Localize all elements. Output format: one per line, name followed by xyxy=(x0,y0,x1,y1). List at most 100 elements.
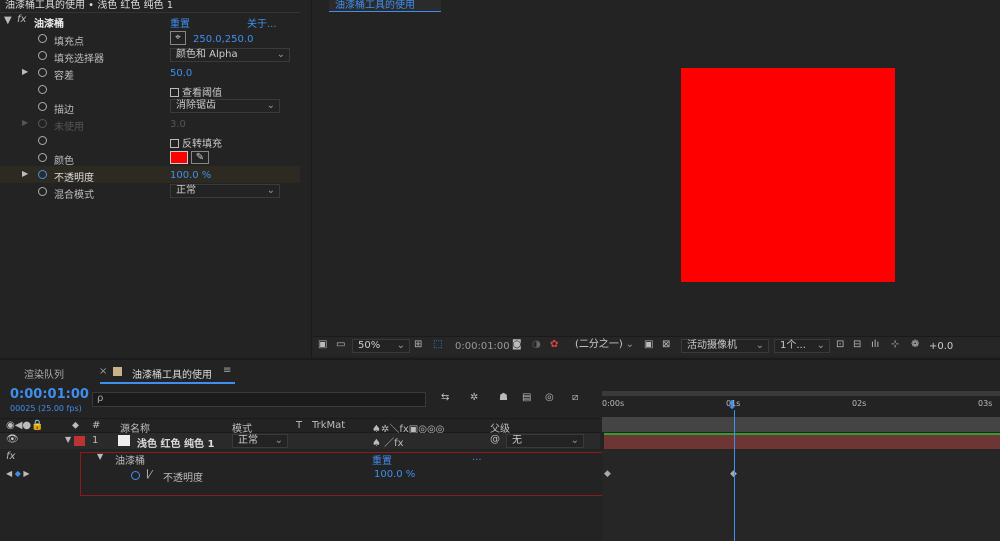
show-snapshot-icon[interactable]: ◑ xyxy=(532,339,541,350)
playhead-marker[interactable]: ⬇ xyxy=(727,398,737,412)
keyframe-navigator[interactable]: ◀ ◆ ▶ xyxy=(6,469,30,478)
motion-blur-icon[interactable]: ◎ xyxy=(545,392,554,403)
current-time[interactable]: 0:00:01:00 xyxy=(10,387,89,402)
draft-3d-icon[interactable]: ✲ xyxy=(470,392,478,403)
monitor-icon[interactable]: ▭ xyxy=(336,339,345,350)
effect-row[interactable]: ▼ fx 油漆桶 重置 关于... xyxy=(0,14,300,30)
region-of-interest-icon[interactable]: ⬚ xyxy=(433,339,442,350)
layer-name[interactable]: 浅色 红色 纯色 1 xyxy=(137,435,214,450)
tolerance-label: 容差 xyxy=(54,71,74,82)
stopwatch-icon[interactable] xyxy=(38,102,47,111)
unused-label: 未使用 xyxy=(54,122,84,133)
view-threshold-checkbox[interactable]: 查看阈值 xyxy=(170,84,222,99)
expand-arrow-icon[interactable]: ▶ xyxy=(22,169,28,178)
comp-viewer-tab[interactable]: 油漆桶工具的使用 xyxy=(329,0,441,12)
stroke-row: 描边 消除锯齿 ⌄ xyxy=(0,98,300,116)
parent-dropdown[interactable]: 无 ⌄ xyxy=(506,434,584,448)
blend-mode-row: 混合模式 正常 ⌄ xyxy=(0,183,300,201)
fast-previews-icon[interactable]: ▣ xyxy=(644,339,653,350)
3d-draft-icon[interactable]: ⊟ xyxy=(853,339,861,350)
fill-selector-label: 填充选择器 xyxy=(54,54,104,65)
frame-info: 00025 (25.00 fps) xyxy=(10,404,82,413)
opacity-value[interactable]: 100.0 % xyxy=(170,170,211,181)
label-icon: ⬥ xyxy=(72,420,79,431)
keyframe-1[interactable]: ◆ xyxy=(604,469,611,479)
stopwatch-icon[interactable] xyxy=(38,34,47,43)
effect-panel-header: 油漆桶工具的使用 • 浅色 红色 纯色 1 xyxy=(5,0,174,11)
effect-reset-link[interactable]: 重置 xyxy=(170,15,190,30)
chevron-down-icon: ⌄ xyxy=(266,185,275,196)
stopwatch-icon[interactable] xyxy=(38,153,47,162)
red-solid-layer[interactable] xyxy=(681,68,895,282)
expand-arrow-icon[interactable]: ▶ xyxy=(22,118,28,127)
shy-layers-icon[interactable]: ☗ xyxy=(499,392,508,403)
search-icon: ρ xyxy=(97,393,104,404)
label-color-swatch[interactable] xyxy=(74,436,85,446)
stopwatch-icon[interactable] xyxy=(38,68,47,77)
stopwatch-icon[interactable] xyxy=(38,187,47,196)
grid-icon[interactable]: ⊞ xyxy=(414,339,422,350)
effect-about-link[interactable]: 关于... xyxy=(247,15,277,30)
ruler-label-3: 03s xyxy=(978,399,993,408)
stopwatch-active-icon[interactable] xyxy=(38,170,47,179)
layer-row[interactable]: 👁 ▼ 1 浅色 红色 纯色 1 正常 ⌄ ♠ ／fx @ 无 ⌄ xyxy=(0,433,600,450)
views-dropdown[interactable]: 1个... ⌄ xyxy=(774,339,830,353)
panel-menu-icon[interactable]: ≡ xyxy=(223,365,231,376)
effect-name: 油漆桶 xyxy=(34,19,64,30)
fill-point-label: 填充点 xyxy=(54,37,84,48)
tab-render-queue[interactable]: 渲染队列 xyxy=(24,366,64,381)
frame-blending-icon[interactable]: ▤ xyxy=(522,392,531,403)
viewer-timecode[interactable]: 0:00:01:00 xyxy=(455,340,510,353)
camera-snapshot-icon[interactable]: ◙ xyxy=(512,339,522,350)
color-label: 颜色 xyxy=(54,156,74,167)
blend-mode-dropdown[interactable]: 正常 ⌄ xyxy=(170,184,280,198)
unused-row: ▶ 未使用 3.0 xyxy=(0,115,300,133)
stroke-dropdown[interactable]: 消除锯齿 ⌄ xyxy=(170,99,280,113)
collapse-arrow-icon[interactable]: ▼ xyxy=(65,435,71,444)
playhead-line[interactable] xyxy=(734,410,735,541)
layer-mode-dropdown[interactable]: 正常 ⌄ xyxy=(232,434,288,448)
visibility-eye-icon[interactable]: 👁 xyxy=(6,434,19,445)
crosshair-icon[interactable]: ⌖ xyxy=(170,31,186,45)
tab-composition[interactable]: 油漆桶工具的使用 xyxy=(132,366,212,381)
always-preview-icon[interactable]: ▣ xyxy=(318,339,327,350)
unused-value: 3.0 xyxy=(170,119,186,130)
transparency-grid-icon[interactable]: ⊠ xyxy=(662,339,670,350)
close-icon[interactable]: × xyxy=(99,366,107,377)
toggle-pixel-icon[interactable]: ⊡ xyxy=(836,339,844,350)
camera-dropdown[interactable]: 活动摄像机 ⌄ xyxy=(681,339,769,353)
fill-point-value[interactable]: 250.0,250.0 xyxy=(193,34,253,45)
invert-fill-checkbox[interactable]: 反转填充 xyxy=(170,135,222,150)
timeline-icon[interactable]: ılı xyxy=(871,339,879,350)
expand-arrow-icon[interactable]: ▶ xyxy=(22,67,28,76)
exposure-reset-icon[interactable]: ❁ xyxy=(911,339,919,350)
stopwatch-icon[interactable] xyxy=(38,136,47,145)
composition-viewer: 油漆桶工具的使用 xyxy=(313,0,1000,358)
color-row: 颜色 ✎ xyxy=(0,149,300,167)
layer-switches[interactable]: ♠ ／fx xyxy=(372,434,404,449)
fx-icon: fx xyxy=(17,14,27,25)
eyedropper-icon[interactable]: ✎ xyxy=(191,151,209,164)
fill-selector-dropdown[interactable]: 颜色和 Alpha ⌄ xyxy=(170,48,290,62)
layer-index: 1 xyxy=(92,435,99,446)
color-channels-icon[interactable]: ✿ xyxy=(550,339,558,350)
time-ruler[interactable]: 0:00s 01s 02s 03s xyxy=(602,391,1000,417)
tolerance-value[interactable]: 50.0 xyxy=(170,68,192,79)
layer-duration-bar[interactable] xyxy=(604,433,1000,449)
color-swatch[interactable] xyxy=(170,151,188,164)
stopwatch-icon[interactable] xyxy=(38,85,47,94)
resolution-dropdown[interactable]: (二分之一) ⌄ xyxy=(570,339,638,353)
chevron-down-icon: ⌄ xyxy=(276,49,285,60)
graph-editor-icon[interactable]: ⧄ xyxy=(572,392,578,403)
collapse-arrow-icon[interactable]: ▼ xyxy=(4,15,12,26)
flowchart-icon[interactable]: ⊹ xyxy=(891,339,899,350)
parent-pickwhip-icon[interactable]: @ xyxy=(490,434,500,445)
comp-mini-flowchart-icon[interactable]: ⇆ xyxy=(441,392,449,403)
exposure-value[interactable]: +0.0 xyxy=(929,340,953,353)
blend-mode-label: 混合模式 xyxy=(54,190,94,201)
stopwatch-icon[interactable] xyxy=(38,51,47,60)
layer-search-input[interactable]: ρ xyxy=(92,392,426,407)
ruler-label-2: 02s xyxy=(852,399,867,408)
work-area-bar[interactable] xyxy=(602,417,1000,432)
zoom-dropdown[interactable]: 50% ⌄ xyxy=(352,339,410,353)
